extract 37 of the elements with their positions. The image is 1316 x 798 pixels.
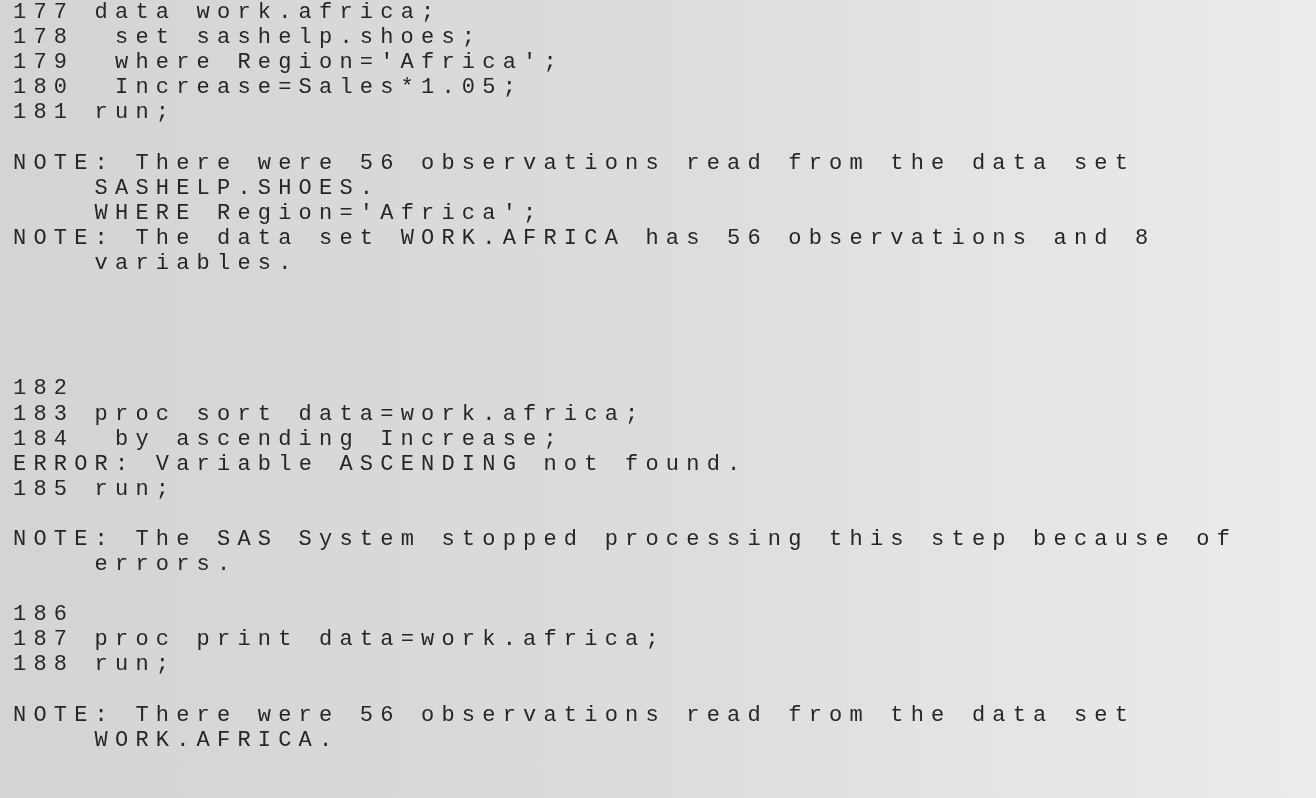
log-message: The data set WORK.AFRICA has 56 observations and 8 [135,225,1156,251]
line-number: 188 [13,652,76,678]
log-label: NOTE: [13,225,115,251]
log-message: variables. [94,250,299,277]
line-number: 184 [13,426,76,452]
log-label: NOTE: [13,526,115,553]
log-message: Variable ASCENDING not found. [155,451,748,477]
log-message: WORK.AFRICA. [94,727,340,753]
code-text: run; [94,476,177,502]
log-label: NOTE: [13,150,115,176]
code-text: where Region='Africa'; [115,50,564,76]
log-label: ERROR: [13,451,136,477]
line-number: 187 [13,627,76,653]
log-message: The SAS System stopped processing this step because of [135,526,1238,553]
line-number: 182 [13,376,76,402]
line-number: 181 [13,100,76,126]
line-number: 179 [13,50,76,76]
line-number: 177 [13,0,76,26]
code-text: Increase=Sales*1.05; [115,75,524,101]
line-number: 183 [13,401,76,427]
line-number: 185 [13,476,76,502]
code-text: data work.africa; [94,0,442,26]
code-text: by ascending Increase; [115,426,564,452]
code-text: proc print data=work.africa; [94,627,666,653]
line-number: 180 [13,75,76,101]
code-text: run; [94,652,177,678]
log-message: There were 56 observations read from the data set [135,150,1136,176]
log-message: errors. [94,552,238,578]
log-message: SASHELP.SHOES. [94,175,381,201]
code-text: run; [94,100,177,126]
code-text: set sashelp.shoes; [115,25,483,51]
log-label: NOTE: [13,702,115,728]
line-number: 178 [13,25,76,51]
log-message: WHERE Region='Africa'; [94,200,544,226]
code-text: proc sort data=work.africa; [94,401,646,427]
line-number: 186 [13,602,76,628]
log-message: There were 56 observations read from the data set [135,702,1136,728]
